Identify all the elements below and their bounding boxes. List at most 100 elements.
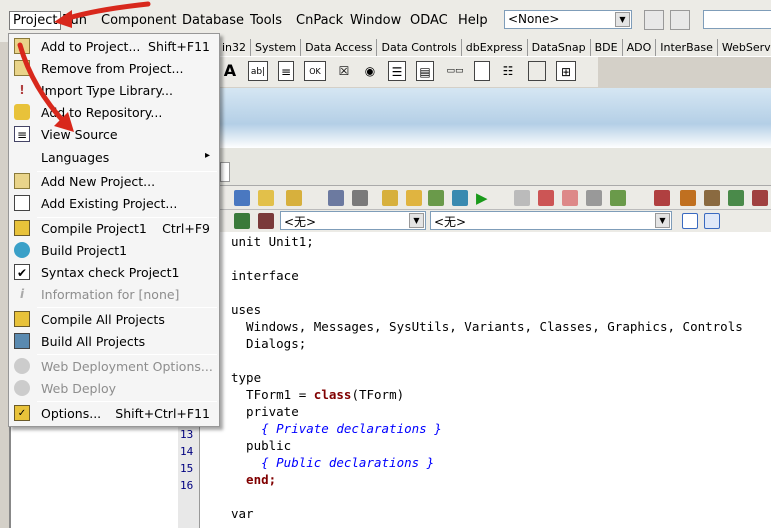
wizard-icon[interactable] [752, 190, 768, 206]
menu-item-remove-from-project[interactable]: Remove from Project... [11, 58, 218, 79]
palette-tab[interactable]: InterBase [656, 39, 718, 56]
scrollbar-component-icon[interactable]: ▭▭ [444, 61, 466, 81]
add-file-icon[interactable] [406, 190, 422, 206]
menu-item-languages[interactable]: Languages ▸ [11, 147, 218, 168]
menu-item-build-project[interactable]: Build Project1 [11, 240, 218, 261]
view-unit-icon[interactable] [452, 190, 468, 206]
palette-tab[interactable]: Data Controls [377, 39, 462, 56]
menu-item-add-existing-project[interactable]: Add Existing Project... [11, 193, 218, 214]
listbox-component-icon[interactable]: ☰ [388, 61, 406, 81]
radiobutton-component-icon[interactable]: ◉ [362, 61, 378, 81]
chevron-down-icon[interactable]: ▼ [409, 213, 424, 228]
save-icon[interactable] [328, 190, 344, 206]
menu-item-web-deployment-options[interactable]: Web Deployment Options... [11, 356, 218, 377]
build-all-icon [14, 333, 30, 349]
palette-tab[interactable]: in32 [218, 39, 252, 56]
new-unit-icon[interactable] [258, 190, 274, 206]
code-token: (TForm) [351, 387, 405, 402]
menu-help[interactable]: Help [458, 13, 488, 28]
edit-component-icon[interactable]: ab| [248, 61, 268, 81]
palette-tab[interactable]: WebServices [718, 39, 771, 56]
palette-tab[interactable]: System [251, 39, 302, 56]
compile-all-icon [14, 311, 30, 327]
checkbox-component-icon[interactable]: ☒ [336, 61, 352, 81]
toggle-form-icon[interactable] [428, 190, 444, 206]
menu-odac[interactable]: ODAC [410, 13, 448, 28]
menu-tools[interactable]: Tools [250, 13, 282, 28]
menu-item-options[interactable]: ✓ Options... Shift+Ctrl+F11 [11, 403, 218, 424]
palette-tool-icon[interactable] [728, 190, 744, 206]
line-number: 16 [180, 479, 194, 492]
menu-cnpack[interactable]: CnPack [296, 13, 343, 28]
chevron-down-icon[interactable]: ▼ [655, 213, 670, 228]
groupbox-component-icon[interactable] [474, 61, 490, 81]
menu-item-build-all-projects[interactable]: Build All Projects [11, 331, 218, 352]
delphi-ide-window: Project Run Component Database Tools CnP… [0, 0, 771, 528]
menu-item-compile-project[interactable]: Compile Project1 Ctrl+F9 [11, 218, 218, 239]
palette-tab[interactable]: Data Access [301, 39, 378, 56]
menu-item-import-type-library[interactable]: ! Import Type Library... [11, 80, 218, 101]
menu-item-add-new-project[interactable]: Add New Project... [11, 171, 218, 192]
menu-item-syntax-check[interactable]: ✔ Syntax check Project1 [11, 262, 218, 283]
project-menu: Add to Project... Shift+F11 Remove from … [8, 33, 220, 427]
print-icon[interactable] [352, 190, 368, 206]
align-left-icon[interactable] [682, 213, 698, 229]
palette-tab[interactable]: BDE [591, 39, 623, 56]
pause-icon[interactable] [514, 190, 530, 206]
search-combo[interactable] [703, 10, 771, 29]
set-debug-desktop-icon[interactable] [670, 10, 690, 30]
palette-tab[interactable]: DataSnap [528, 39, 591, 56]
align-center-icon[interactable] [704, 213, 720, 229]
trace-into-icon[interactable] [538, 190, 554, 206]
editor-tab[interactable] [220, 162, 230, 182]
menu-component[interactable]: Component [101, 13, 176, 28]
menu-item-compile-all-projects[interactable]: Compile All Projects [11, 309, 218, 330]
remove-from-project-icon [14, 60, 30, 76]
menu-item-web-deploy[interactable]: Web Deploy [11, 378, 218, 399]
menu-item-view-source[interactable]: ≡ View Source [11, 124, 218, 145]
combobox-component-icon[interactable]: ▤ [416, 61, 434, 81]
menu-item-add-to-project[interactable]: Add to Project... Shift+F11 [11, 36, 218, 57]
tool-icon[interactable] [610, 190, 626, 206]
back-icon[interactable] [234, 190, 250, 206]
reset-icon[interactable] [586, 190, 602, 206]
menu-item-add-to-repository[interactable]: Add to Repository... [11, 102, 218, 123]
component-palette-tabs: in32 System Data Access Data Controls dbExpr… [218, 39, 771, 57]
menu-item-information[interactable]: i Information for [none] [11, 284, 218, 305]
label-component-icon[interactable]: A [222, 61, 238, 81]
component-tool-icon[interactable] [654, 190, 670, 206]
code-comment: { Private declarations } [231, 421, 442, 436]
menu-project[interactable]: Project [9, 11, 62, 30]
run-icon[interactable]: ▶ [476, 190, 492, 206]
form-designer-band [218, 88, 771, 148]
step-over-icon[interactable] [562, 190, 578, 206]
line-number: 14 [180, 445, 194, 458]
memo-component-icon[interactable]: ≡ [278, 61, 294, 81]
menu-database[interactable]: Database [182, 13, 244, 28]
open-icon[interactable] [286, 190, 302, 206]
edit-tool-icon[interactable] [680, 190, 696, 206]
implementation-icon[interactable] [258, 213, 274, 229]
code-editor[interactable]: unit Unit1; interface uses Windows, Mess… [200, 232, 771, 528]
palette-tab[interactable]: ADO [623, 39, 657, 56]
component-palette-icons: A ab| ≡ OK ☒ ◉ ☰ ▤ ▭▭ ☷ ⊞ [218, 57, 598, 87]
radiogroup-component-icon[interactable]: ☷ [500, 61, 516, 81]
panel-component-icon[interactable] [528, 61, 546, 81]
menu-window[interactable]: Window [350, 13, 401, 28]
interface-icon[interactable] [234, 213, 250, 229]
palette-tab[interactable]: dbExpress [462, 39, 528, 56]
class-combo[interactable]: <无> ▼ [280, 211, 426, 230]
menu-run[interactable]: Run [62, 13, 87, 28]
add-to-project-icon [14, 38, 30, 54]
method-combo[interactable]: <无> ▼ [430, 211, 672, 230]
code-line: interface [231, 268, 299, 283]
actionlist-component-icon[interactable]: ⊞ [556, 61, 576, 81]
desktop-layout-combo[interactable]: <None> ▼ [504, 10, 632, 29]
save-desktop-icon[interactable] [644, 10, 664, 30]
package-icon[interactable] [704, 190, 720, 206]
open-project-icon[interactable] [382, 190, 398, 206]
button-component-icon[interactable]: OK [304, 61, 326, 81]
keyword-class: class [313, 387, 352, 402]
submenu-arrow-icon: ▸ [204, 150, 210, 161]
chevron-down-icon[interactable]: ▼ [615, 12, 630, 27]
